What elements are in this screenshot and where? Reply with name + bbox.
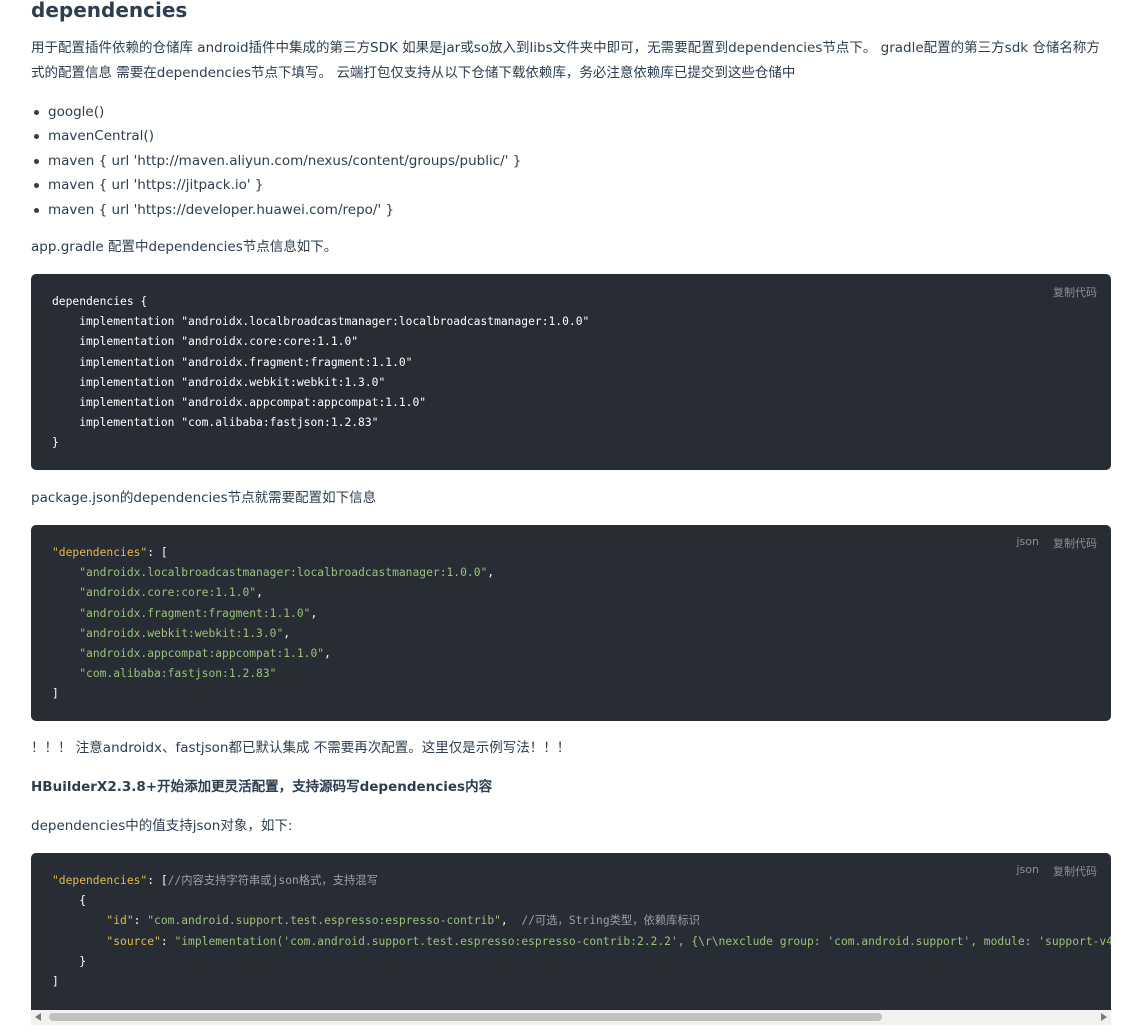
code-string: "androidx.appcompat:appcompat:1.1.0" bbox=[79, 647, 325, 661]
code-punct: : [ bbox=[147, 546, 168, 559]
code-string: "androidx.core:core:1.1.0" bbox=[79, 586, 257, 600]
code-line: } bbox=[52, 436, 59, 450]
gradle-code-block: 复制代码 dependencies { implementation "andr… bbox=[31, 274, 1111, 470]
scrollbar-thumb[interactable] bbox=[49, 1013, 882, 1021]
code-line: implementation "androidx.webkit:webkit:1… bbox=[52, 375, 386, 389]
list-item: google() bbox=[31, 100, 521, 124]
scroll-left-icon[interactable] bbox=[35, 1013, 41, 1021]
code-string: "androidx.webkit:webkit:1.3.0" bbox=[79, 626, 284, 640]
code-text: dependencies { implementation "androidx.… bbox=[52, 292, 589, 454]
code-punct: ] bbox=[52, 687, 59, 701]
code-comment: //可选，String类型，依赖库标识 bbox=[521, 914, 701, 928]
code-key: "dependencies" bbox=[52, 874, 148, 887]
list-item: maven { url 'https://jitpack.io' } bbox=[31, 173, 521, 197]
language-label: json bbox=[1016, 535, 1040, 548]
code-string: "com.alibaba:fastjson:1.2.83" bbox=[79, 667, 277, 681]
object-code-block: json 复制代码 "dependencies": [//内容支持字符串或jso… bbox=[31, 853, 1111, 1013]
hbuilder-note: HBuilderX2.3.8+开始添加更灵活配置，支持源码写dependenci… bbox=[31, 779, 493, 795]
code-punct: } bbox=[52, 954, 87, 968]
code-line: implementation "com.alibaba:fastjson:1.2… bbox=[52, 416, 379, 430]
list-item: maven { url 'http://maven.aliyun.com/nex… bbox=[31, 149, 521, 173]
code-line: implementation "androidx.fragment:fragme… bbox=[52, 355, 413, 369]
list-item: maven { url 'https://developer.huawei.co… bbox=[31, 198, 521, 222]
code-punct: ] bbox=[52, 975, 59, 989]
object-intro: dependencies中的值支持json对象，如下: bbox=[31, 818, 293, 834]
json-code-block: json 复制代码 "dependencies": [ "androidx.lo… bbox=[31, 525, 1111, 721]
code-string: "com.android.support.test.espresso:espre… bbox=[147, 914, 501, 928]
code-comment: //内容支持字符串或json格式，支持混写 bbox=[167, 874, 378, 887]
gradle-intro: app.gradle 配置中dependencies节点信息如下。 bbox=[31, 239, 338, 255]
horizontal-scrollbar[interactable] bbox=[31, 1010, 1111, 1025]
page-title: dependencies bbox=[31, 0, 188, 22]
repo-list: google() mavenCentral() maven { url 'htt… bbox=[31, 100, 521, 222]
code-line: implementation "androidx.core:core:1.1.0… bbox=[52, 335, 359, 349]
code-punct: : [ bbox=[147, 874, 168, 887]
notice-text: ！！！ 注意androidx、fastjson都已默认集成 不需要再次配置。这里… bbox=[31, 740, 571, 756]
code-string: "androidx.fragment:fragment:1.1.0" bbox=[79, 606, 311, 620]
code-key: "dependencies" bbox=[52, 546, 148, 559]
package-intro: package.json的dependencies节点就需要配置如下信息 bbox=[31, 490, 377, 506]
code-key: "source" bbox=[106, 934, 161, 948]
code-punct: { bbox=[52, 894, 87, 908]
copy-code-button[interactable]: 复制代码 bbox=[1053, 535, 1097, 551]
scroll-right-icon[interactable] bbox=[1101, 1013, 1107, 1021]
list-item: mavenCentral() bbox=[31, 124, 521, 148]
code-line: dependencies { bbox=[52, 295, 148, 308]
code-text: "dependencies": [ "androidx.localbroadca… bbox=[52, 546, 495, 701]
code-text: "dependencies": [//内容支持字符串或json格式，支持混写 {… bbox=[52, 871, 1111, 992]
code-line: implementation "androidx.appcompat:appco… bbox=[52, 396, 427, 410]
code-key: "id" bbox=[106, 914, 134, 928]
copy-code-button[interactable]: 复制代码 bbox=[1053, 284, 1097, 300]
intro-paragraph: 用于配置插件依赖的仓储库 android插件中集成的第三方SDK 如果是jar或… bbox=[31, 40, 1100, 81]
code-string: "implementation('com.android.support.tes… bbox=[174, 934, 1111, 948]
code-line: implementation "androidx.localbroadcastm… bbox=[52, 315, 590, 329]
code-string: "androidx.localbroadcastmanager:localbro… bbox=[79, 566, 488, 580]
